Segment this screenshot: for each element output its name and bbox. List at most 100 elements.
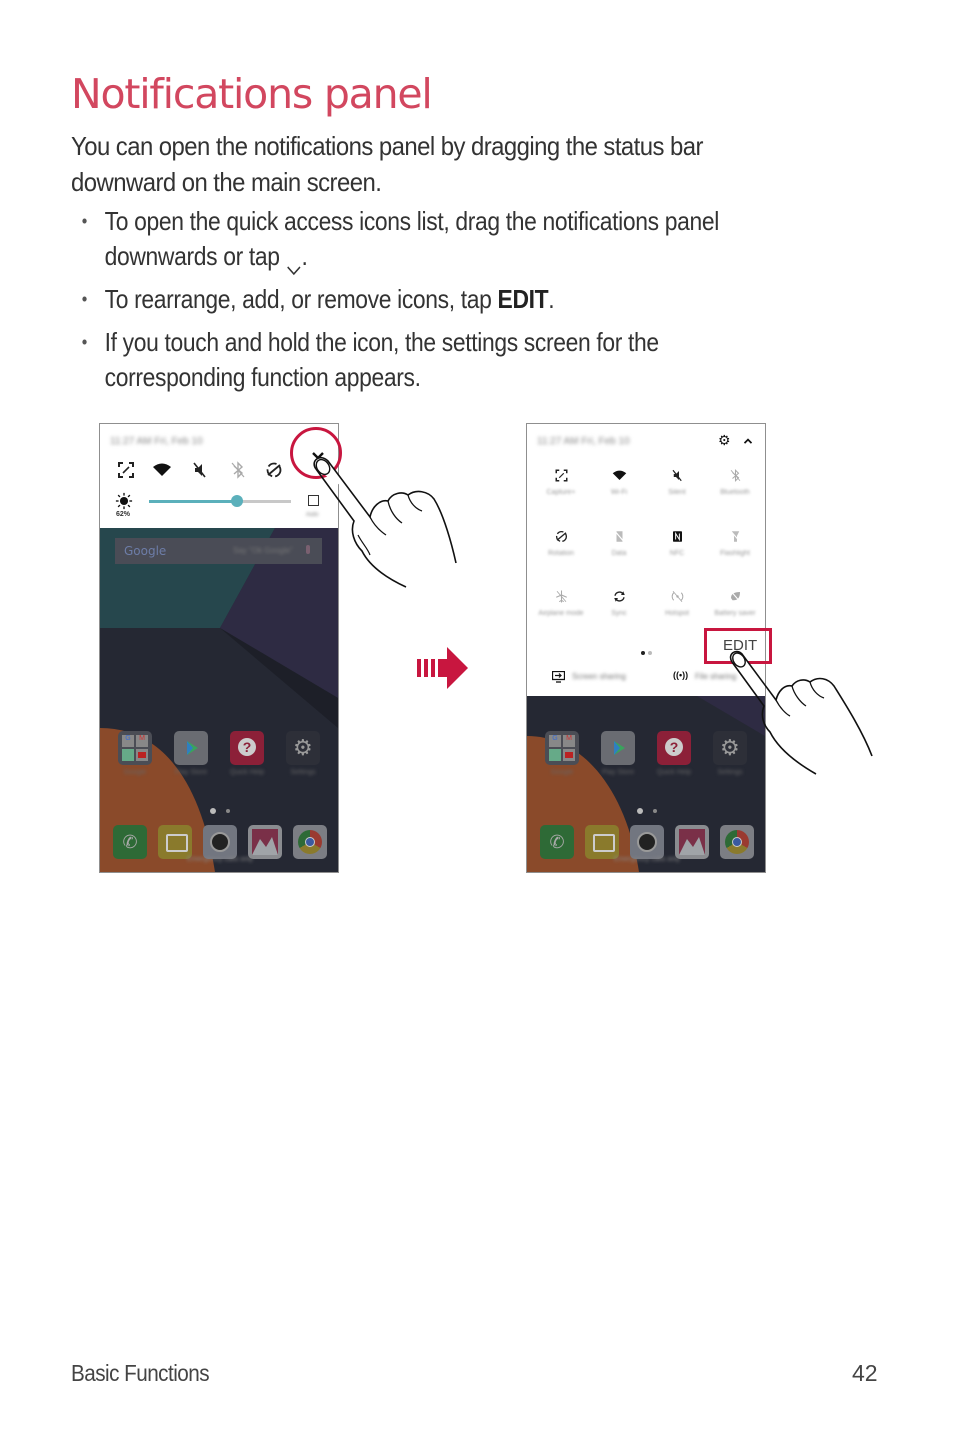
brightness-slider-thumb[interactable] [231, 495, 244, 507]
quick-tile-battery-saver-off[interactable]: Battery saver [710, 589, 760, 629]
brightness-slider[interactable] [149, 495, 291, 507]
app-label: Quick Help [656, 769, 692, 776]
sync-icon [612, 589, 627, 604]
quick-tile-bluetooth-off[interactable]: Bluetooth [710, 468, 760, 508]
rotation-icon [554, 529, 569, 544]
quick-tile-label: Airplane mode [538, 610, 584, 617]
battery-saver-off-icon [728, 589, 743, 604]
app-label: Google [550, 769, 574, 776]
quick-tile-label: Battery saver [714, 610, 756, 617]
chrome-icon [298, 830, 322, 854]
file-sharing-icon: ((•)) [673, 670, 689, 680]
page-indicator [637, 802, 667, 820]
dock-phone[interactable]: ✆ [113, 825, 147, 859]
app-label: Quick Help [229, 769, 265, 776]
app-google-folder[interactable]: G M [118, 731, 152, 765]
bullet-item: • If you touch and hold the icon, the se… [81, 327, 659, 392]
camera-icon [210, 832, 230, 852]
status-date: 11:27 AM Fri, Feb 10 [110, 436, 203, 447]
chrome-icon [725, 830, 749, 854]
dock-camera[interactable] [630, 825, 664, 859]
chevron-up-icon[interactable] [741, 434, 755, 448]
camera-icon [637, 832, 657, 852]
quick-tile-label: Hotspot [664, 610, 690, 617]
quick-tile-label: Data [611, 550, 627, 557]
message-icon [166, 834, 188, 852]
quick-tile-rotation[interactable]: Rotation [536, 529, 586, 569]
app-quick-help[interactable]: ? [657, 731, 691, 765]
pointing-hand-icon [729, 650, 873, 775]
quick-tile-capture[interactable]: Capture+ [536, 468, 586, 508]
silent-icon[interactable] [190, 460, 210, 480]
dock-messaging[interactable] [585, 825, 619, 859]
brightness-slider-fill [149, 500, 238, 503]
dock-chrome[interactable] [293, 825, 327, 859]
app-play-store[interactable] [601, 731, 635, 765]
quick-tile-airplane-off[interactable]: Airplane mode [536, 589, 586, 629]
quick-tile-flashlight-off[interactable]: Flashlight [710, 529, 760, 569]
quick-tile-hotspot-off[interactable]: Hotspot [652, 589, 702, 629]
quick-tile-label: Capture+ [546, 489, 576, 496]
quick-tile-label: Silent [668, 489, 686, 496]
dock-gallery[interactable] [675, 825, 709, 859]
bullet-item: • To rearrange, add, or remove icons, ta… [80, 282, 766, 317]
quick-tile-data-off[interactable]: Data [594, 529, 644, 569]
app-google-folder[interactable]: G M [545, 731, 579, 765]
app-label: Settings [290, 769, 316, 776]
app-quick-help[interactable]: ? [230, 731, 264, 765]
quick-tile-label: Wi-Fi [610, 489, 628, 496]
rotation-icon[interactable] [264, 460, 284, 480]
page-indicator [210, 802, 240, 820]
bullet-dot: • [81, 289, 88, 309]
emergency-text: Emergency calls only [186, 856, 254, 863]
app-settings[interactable]: ⚙ [286, 731, 320, 765]
capture-icon [554, 468, 569, 483]
search-hint: Say "Ok Google" [233, 546, 293, 555]
app-label: Google [123, 769, 147, 776]
nfc-icon [670, 529, 685, 544]
quick-tile-silent[interactable]: Silent [652, 468, 702, 508]
footer-section: Basic Functions [71, 1360, 210, 1386]
hotspot-off-icon [670, 589, 685, 604]
emergency-text: Emergency calls only [613, 856, 681, 863]
quick-tile-label: Rotation [547, 550, 575, 557]
quick-tile-wifi[interactable]: Wi-Fi [594, 468, 644, 508]
page-title: Notifications panel [71, 70, 433, 118]
gear-icon: ⚙ [293, 735, 313, 760]
screen-sharing-button[interactable]: Screen sharing [552, 671, 642, 685]
quick-tile-nfc[interactable]: NFC [652, 529, 702, 569]
app-play-store[interactable] [174, 731, 208, 765]
gear-icon[interactable]: ⚙ [718, 432, 731, 449]
airplane-off-icon [554, 589, 569, 604]
quick-tile-label: Flashlight [720, 550, 750, 557]
bluetooth-off-icon[interactable] [228, 460, 248, 480]
brightness-icon [115, 492, 133, 510]
dock-messaging[interactable] [158, 825, 192, 859]
edit-keyword: EDIT [497, 284, 549, 314]
dock-phone[interactable]: ✆ [540, 825, 574, 859]
pointing-hand-icon [313, 456, 457, 588]
google-logo: Google [124, 544, 167, 558]
message-icon [593, 834, 615, 852]
bullet-item: • To open the quick access icons list, d… [80, 204, 766, 276]
capture-icon[interactable] [116, 460, 136, 480]
quick-tile-sync[interactable]: Sync [594, 589, 644, 629]
quick-tile-label: NFC [669, 550, 685, 557]
quick-tile-label: Sync [611, 610, 627, 617]
quick-tile-label: Bluetooth [720, 489, 750, 496]
bullet-dot: • [81, 332, 88, 352]
home-wallpaper [100, 528, 338, 872]
page-indicator [641, 644, 662, 662]
screen-sharing-icon [552, 671, 565, 683]
wifi-icon[interactable] [152, 460, 172, 480]
intro-paragraph: You can open the notifications panel by … [71, 131, 703, 197]
dock-gallery[interactable] [248, 825, 282, 859]
bluetooth-off-icon [728, 468, 743, 483]
flashlight-off-icon [728, 529, 743, 544]
google-search-bar[interactable]: Google Say "Ok Google" [115, 538, 322, 564]
chevron-down-icon [286, 251, 302, 276]
dock-chrome[interactable] [720, 825, 754, 859]
wifi-icon [612, 468, 627, 483]
dock-camera[interactable] [203, 825, 237, 859]
app-label: Play Store [174, 769, 208, 776]
